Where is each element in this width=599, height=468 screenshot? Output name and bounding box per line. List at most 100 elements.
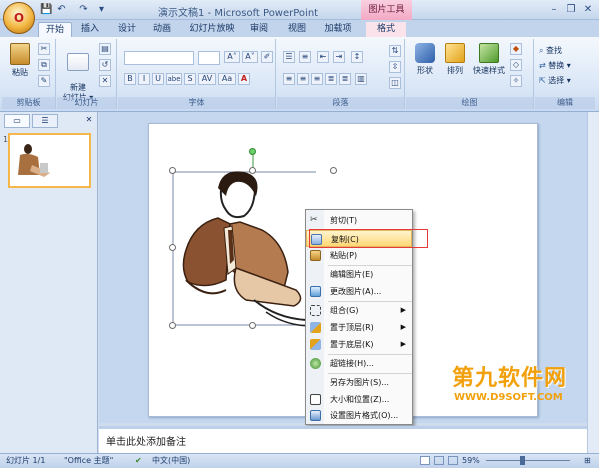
change-picture-icon (310, 286, 321, 297)
arrange-button[interactable]: 排列 (442, 43, 468, 76)
align-left-icon[interactable]: ≡ (283, 73, 295, 85)
increase-indent-icon[interactable]: ⇥ (333, 51, 345, 63)
replace-icon: ⇄ (539, 61, 549, 70)
slides-tab-icon[interactable]: ▭ (4, 114, 30, 128)
language[interactable]: 中文(中国) (152, 454, 190, 468)
resize-handle-ne[interactable] (330, 167, 337, 174)
redo-icon[interactable]: ↷ (77, 3, 90, 16)
menu-item-bring-to-front[interactable]: 置于顶层(R) ▶ (306, 319, 412, 336)
smartart-icon[interactable]: ◫ (389, 77, 401, 89)
menu-item-change-picture[interactable]: 更改图片(A)... (306, 283, 412, 300)
slideshow-view-icon[interactable] (448, 456, 458, 465)
font-color-button[interactable]: A (238, 73, 250, 85)
resize-handle-n[interactable] (249, 167, 256, 174)
cut-icon[interactable]: ✂ (38, 43, 50, 55)
undo-icon[interactable]: ↶ (55, 3, 68, 16)
resize-handle-nw[interactable] (169, 167, 176, 174)
shrink-font-button[interactable]: A˅ (242, 51, 258, 63)
minimize-icon[interactable]: – (546, 3, 562, 16)
delete-slide-icon[interactable]: ✕ (99, 75, 111, 87)
fit-window-icon[interactable]: ⊞ (584, 454, 591, 468)
sorter-view-icon[interactable] (434, 456, 444, 465)
italic-button[interactable]: I (138, 73, 150, 85)
text-direction-icon[interactable]: ⇅ (389, 45, 401, 57)
menu-item-send-to-back[interactable]: 置于底层(K) ▶ (306, 336, 412, 353)
save-icon[interactable]: 💾 (40, 3, 53, 16)
find-icon: ⌕ (539, 46, 547, 55)
strikethrough-button[interactable]: abe (166, 73, 182, 85)
tab-format[interactable]: 格式 (366, 22, 406, 37)
menu-item-format-picture[interactable]: 设置图片格式(O)... (306, 407, 412, 424)
change-case-button[interactable]: Aa (218, 73, 236, 85)
justify-icon[interactable]: ≣ (325, 73, 337, 85)
zoom-slider[interactable] (486, 460, 570, 461)
align-center-icon[interactable]: ≡ (297, 73, 309, 85)
rotate-handle[interactable] (249, 148, 256, 155)
close-icon[interactable]: ✕ (580, 3, 596, 16)
arrange-label: 排列 (447, 66, 463, 75)
menu-item-size-position[interactable]: 大小和位置(Z)... (306, 391, 412, 408)
menu-item-paste[interactable]: 粘贴(P) (306, 247, 412, 264)
select-button[interactable]: ⇱ 选择 ▾ (539, 75, 593, 86)
thumbnail-clipart-icon (18, 144, 50, 177)
shadow-button[interactable]: S (184, 73, 196, 85)
resize-handle-w[interactable] (169, 244, 176, 251)
shape-fill-icon[interactable]: ◆ (510, 43, 522, 55)
menu-item-cut[interactable]: ✂ 剪切(T) (306, 212, 412, 229)
shape-outline-icon[interactable]: ◇ (510, 59, 522, 71)
reset-icon[interactable]: ↺ (99, 59, 111, 71)
columns-icon[interactable]: ▥ (355, 73, 367, 85)
grow-font-button[interactable]: A˄ (224, 51, 240, 63)
line-spacing-icon[interactable]: ↕ (351, 51, 363, 63)
tab-insert[interactable]: 插入 (75, 22, 105, 37)
businessman-clipart[interactable] (166, 150, 316, 330)
copy-icon[interactable]: ⧉ (38, 59, 50, 71)
menu-item-save-as-picture[interactable]: 另存为图片(S)... (306, 374, 412, 391)
menu-item-hyperlink[interactable]: 超链接(H)... (306, 355, 412, 372)
align-text-icon[interactable]: ⇳ (389, 61, 401, 73)
slide-thumbnail[interactable] (8, 133, 91, 188)
char-spacing-button[interactable]: AV (198, 73, 216, 85)
layout-icon[interactable]: ▤ (99, 43, 111, 55)
tab-design[interactable]: 设计 (112, 22, 142, 37)
tab-animations[interactable]: 动画 (147, 22, 177, 37)
resize-handle-s[interactable] (249, 322, 256, 329)
menu-item-edit-picture[interactable]: 编辑图片(E) (306, 266, 412, 283)
replace-button[interactable]: ⇄ 替换 ▾ (539, 60, 593, 71)
new-slide-button[interactable]: 新建 幻灯片 ▾ (61, 43, 95, 103)
font-size-combo[interactable] (198, 51, 220, 65)
zoom-level[interactable]: 59% (462, 454, 480, 468)
format-picture-icon (310, 410, 321, 421)
menu-item-group[interactable]: 组合(G) ▶ (306, 302, 412, 319)
office-button[interactable]: O (3, 2, 35, 34)
zoom-slider-thumb[interactable] (520, 456, 525, 465)
shapes-button[interactable]: 形状 (412, 43, 438, 76)
clear-format-icon[interactable]: ✐ (261, 51, 273, 63)
customize-qat-icon[interactable]: ▾ (95, 3, 108, 16)
distribute-icon[interactable]: ≣ (339, 73, 351, 85)
tab-slideshow[interactable]: 幻灯片放映 (186, 22, 238, 37)
bullets-icon[interactable]: ☰ (283, 51, 295, 63)
find-button[interactable]: ⌕ 查找 (539, 45, 593, 56)
outline-tab-icon[interactable]: ☰ (32, 114, 58, 128)
font-family-combo[interactable] (124, 51, 194, 65)
format-painter-icon[interactable]: ✎ (38, 75, 50, 87)
paste-button[interactable]: 粘贴 (8, 43, 32, 78)
spellcheck-icon[interactable]: ✔ (135, 454, 142, 468)
numbering-icon[interactable]: ≡ (299, 51, 311, 63)
resize-handle-sw[interactable] (169, 322, 176, 329)
align-right-icon[interactable]: ≡ (311, 73, 323, 85)
bold-button[interactable]: B (124, 73, 136, 85)
quick-styles-button[interactable]: 快速样式 (470, 43, 508, 76)
shape-effects-icon[interactable]: ✧ (510, 75, 522, 87)
underline-button[interactable]: U (152, 73, 164, 85)
menu-label-save-as-picture: 另存为图片(S)... (330, 378, 389, 387)
decrease-indent-icon[interactable]: ⇤ (317, 51, 329, 63)
normal-view-icon[interactable] (420, 456, 430, 465)
restore-icon[interactable]: ❐ (563, 3, 579, 16)
tab-review[interactable]: 审阅 (244, 22, 274, 37)
tab-addins[interactable]: 加载项 (318, 22, 358, 37)
close-pane-icon[interactable]: ✕ (82, 114, 96, 128)
tab-home[interactable]: 开始 (38, 22, 72, 37)
tab-view[interactable]: 视图 (282, 22, 312, 37)
